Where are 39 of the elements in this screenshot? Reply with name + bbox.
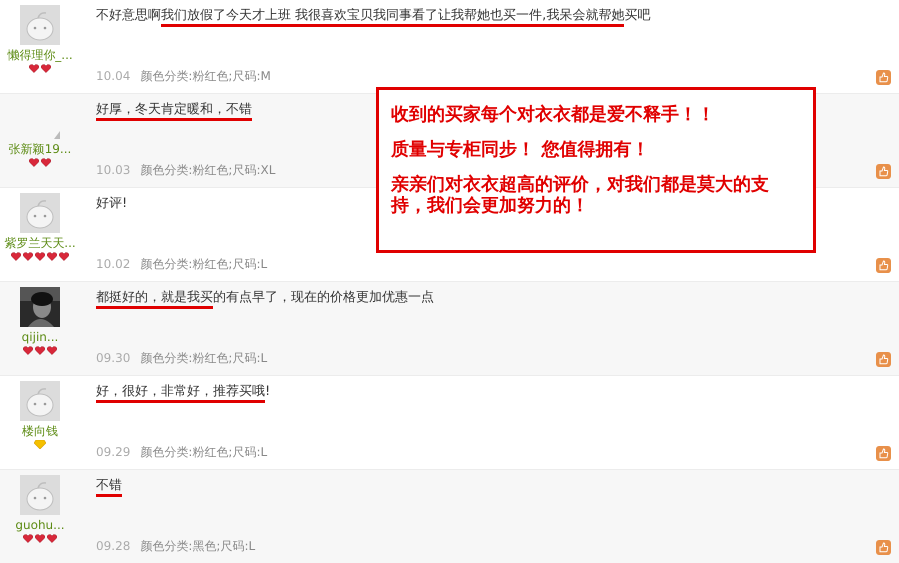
username[interactable]: 紫罗兰天天... [4, 236, 76, 251]
review-text: 不好意思啊我们放假了今天才上班 我很喜欢宝贝我同事看了让我帮她也买一件,我呆会就帮她买吧 [96, 6, 650, 26]
avatar-icon [20, 475, 60, 515]
callout-text: 亲亲们对衣衣超高的评价，对我们都是莫大的支持，我们会更加努力的！ [391, 174, 770, 216]
product-variant: 颜色分类:粉红色;尺码:L [140, 256, 268, 273]
thumbs-up-icon[interactable] [876, 352, 891, 367]
thumbs-up-icon[interactable] [876, 164, 891, 179]
product-variant: 颜色分类:粉红色;尺码:M [140, 68, 271, 85]
review-text: 好，很好，非常好，推荐买哦! [96, 382, 270, 402]
review-text: 不错 [96, 476, 122, 496]
product-variant: 颜色分类:粉红色;尺码:L [140, 350, 268, 367]
avatar-icon [20, 193, 60, 233]
review-date: 10.04 [96, 68, 130, 85]
review-date: 09.29 [96, 444, 130, 461]
thumbs-up-icon[interactable] [876, 70, 891, 85]
product-variant: 颜色分类:黑色;尺码:L [140, 538, 256, 555]
callout-text: 收到的买家每个对衣衣都是爱不释手！！ [391, 104, 716, 125]
diamond-icon [34, 440, 46, 449]
product-variant: 颜色分类:粉红色;尺码:L [140, 444, 268, 461]
username[interactable]: 楼向钱 [22, 424, 58, 439]
review-text: 都挺好的，就是我买的有点早了，现在的价格更加优惠一点 [96, 288, 434, 308]
broken-image-icon [54, 131, 60, 139]
review-date: 10.03 [96, 162, 130, 179]
avatar-icon [20, 5, 60, 45]
thumbs-up-icon[interactable] [876, 540, 891, 555]
callout-text: 质量与专柜同步！ 您值得拥有！ [391, 139, 650, 160]
username[interactable]: guohu... [15, 518, 65, 533]
product-variant: 颜色分类:粉红色;尺码:XL [140, 162, 276, 179]
username[interactable]: 张新颖19... [8, 142, 72, 157]
thumbs-up-icon[interactable] [876, 258, 891, 273]
review-text: 好厚，冬天肯定暖和，不错 [96, 100, 252, 120]
review-date: 09.28 [96, 538, 130, 555]
review-date: 09.30 [96, 350, 130, 367]
username[interactable]: 懒得理你_... [7, 48, 73, 63]
thumbs-up-icon[interactable] [876, 446, 891, 461]
username[interactable]: qijin... [22, 330, 58, 345]
review-text: 好评! [96, 195, 128, 213]
avatar-icon [20, 381, 60, 421]
review-date: 10.02 [96, 256, 130, 273]
